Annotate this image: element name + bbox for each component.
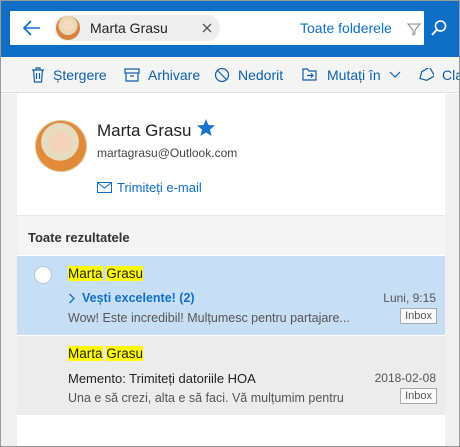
sender-last-name: Grasu bbox=[106, 346, 144, 361]
folder-badge: Inbox bbox=[400, 308, 437, 324]
right-gutter bbox=[445, 94, 459, 446]
contact-filter-chip[interactable]: Marta Grasu bbox=[54, 15, 220, 41]
categorize-button[interactable]: Cla bbox=[418, 57, 459, 93]
message-subject-row: Memento: Trimiteți datoriile HOA bbox=[68, 371, 256, 386]
trash-icon bbox=[32, 67, 44, 83]
junk-button[interactable]: Nedorit bbox=[214, 57, 283, 93]
command-toolbar: Ștergere Arhivare Nedorit Mutați în Cla bbox=[1, 57, 459, 93]
message-date: 2018-02-08 bbox=[374, 371, 436, 385]
chevron-right-icon[interactable] bbox=[68, 293, 76, 304]
avatar bbox=[56, 16, 80, 40]
search-icon bbox=[431, 20, 447, 36]
junk-label: Nedorit bbox=[238, 67, 284, 83]
delete-label: Ștergere bbox=[53, 67, 107, 83]
move-folder-icon bbox=[302, 68, 317, 81]
message-preview: Una e să crezi, alta e să faci. Vă mulțu… bbox=[68, 391, 344, 405]
search-results-pane: Marta Grasu martagrasu@Outlook.com Trimi… bbox=[17, 94, 445, 446]
move-to-label: Mutați în bbox=[327, 67, 381, 83]
list-item[interactable]: Marta Grasu Vești excelente! (2) Luni, 9… bbox=[17, 256, 445, 335]
block-icon bbox=[214, 67, 230, 83]
message-preview: Wow! Este incredibil! Mulțumesc pentru p… bbox=[68, 311, 350, 325]
contact-email: martagrasu@Outlook.com bbox=[97, 146, 238, 160]
move-to-button[interactable]: Mutați în bbox=[302, 57, 401, 93]
message-subject: Memento: Trimiteți datoriile HOA bbox=[68, 371, 256, 386]
search-button[interactable] bbox=[424, 11, 454, 45]
archive-icon bbox=[124, 68, 140, 82]
sender-last-name: Grasu bbox=[106, 266, 144, 281]
avatar bbox=[35, 120, 87, 172]
filter-icon[interactable] bbox=[407, 22, 421, 36]
archive-label: Arhivare bbox=[148, 67, 201, 83]
star-icon[interactable] bbox=[196, 118, 216, 138]
list-item[interactable]: Marta Grasu Memento: Trimiteți datoriile… bbox=[17, 336, 445, 415]
mail-icon bbox=[97, 182, 112, 193]
search-box[interactable]: Marta Grasu Toate folderele bbox=[10, 11, 424, 45]
results-section-header: Toate rezultatele bbox=[17, 215, 445, 255]
results-header-title: Toate rezultatele bbox=[28, 230, 130, 245]
delete-button[interactable]: Ștergere bbox=[31, 57, 107, 93]
send-email-link[interactable]: Trimiteți e-mail bbox=[97, 180, 202, 195]
tag-icon bbox=[419, 68, 434, 81]
message-subject: Vești excelente! (2) bbox=[82, 291, 195, 305]
select-radio[interactable] bbox=[34, 266, 52, 284]
left-gutter bbox=[1, 94, 17, 446]
search-header: Marta Grasu Toate folderele bbox=[1, 1, 459, 57]
message-subject-row: Vești excelente! (2) bbox=[68, 291, 195, 305]
back-arrow-icon[interactable] bbox=[20, 16, 44, 40]
close-icon[interactable] bbox=[200, 21, 214, 35]
outlook-search-window: Marta Grasu Toate folderele Ștergere Arh… bbox=[0, 0, 460, 447]
sender-first-name: Marta bbox=[68, 346, 103, 361]
folder-badge: Inbox bbox=[400, 388, 437, 404]
search-scope-dropdown[interactable]: Toate folderele bbox=[300, 20, 392, 36]
message-sender: Marta Grasu bbox=[68, 346, 144, 361]
send-email-label: Trimiteți e-mail bbox=[117, 180, 202, 195]
categorize-label: Cla bbox=[442, 67, 459, 83]
message-sender: Marta Grasu bbox=[68, 266, 144, 281]
contact-name: Marta Grasu bbox=[97, 121, 192, 140]
sender-first-name: Marta bbox=[68, 266, 103, 281]
archive-button[interactable]: Arhivare bbox=[124, 57, 200, 93]
message-date: Luni, 9:15 bbox=[383, 291, 436, 305]
chevron-down-icon bbox=[389, 71, 401, 78]
contact-chip-name: Marta Grasu bbox=[90, 20, 168, 36]
